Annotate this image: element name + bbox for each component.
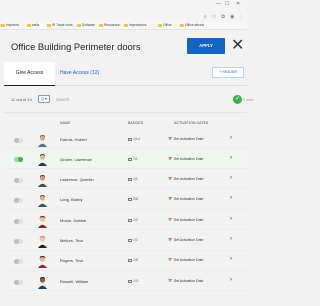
chevron-right-icon[interactable]: ›: [230, 155, 232, 161]
badge-count: 1/8: [128, 258, 138, 262]
bookmark-item[interactable]: wells: [27, 23, 39, 27]
search-mode-dropdown[interactable]: Q ▾: [38, 95, 50, 103]
chevron-right-icon[interactable]: ›: [230, 277, 232, 283]
person-name: Dubois, Hubert: [60, 137, 87, 142]
chevron-right-icon[interactable]: ›: [230, 175, 232, 181]
profile-icon[interactable]: ◉: [230, 14, 234, 20]
extensions-icon[interactable]: ✿: [221, 14, 225, 20]
avatar: [38, 135, 47, 147]
apply-button[interactable]: APPLY: [187, 38, 225, 54]
bookmark-item[interactable]: Office-ethaar: [180, 23, 204, 27]
avatar: [38, 215, 47, 228]
badge-count: 1/3: [128, 279, 138, 283]
result-count: 11 out of 14: [11, 97, 32, 102]
avatar: [38, 195, 47, 207]
person-name: Gruber, Lawrence: [60, 157, 92, 162]
avatar: [38, 277, 47, 289]
access-toggle[interactable]: [14, 259, 23, 264]
set-activation-date-link[interactable]: 📅 Set Activation Date: [168, 157, 203, 161]
badge-count: 1/1: [128, 238, 138, 242]
bookmark-item[interactable]: Office: [158, 23, 172, 27]
person-name: Russell, William: [60, 279, 89, 284]
badge-icon: [128, 137, 132, 141]
person-name: Long, Bobby: [60, 197, 83, 202]
check-circle-icon: ✓: [233, 95, 242, 104]
access-toggle[interactable]: [14, 138, 23, 143]
chevron-right-icon[interactable]: ›: [230, 195, 232, 201]
search-input[interactable]: Search: [56, 97, 69, 102]
calendar-icon: 📅: [168, 157, 173, 161]
set-activation-date-link[interactable]: 📅 Set Activation Date: [168, 238, 203, 242]
badge-icon: [128, 177, 132, 181]
person-name: Moore, Debbie: [60, 218, 87, 223]
maximize-icon[interactable]: ☐: [225, 1, 229, 7]
bookmark-item[interactable]: Impromptus: [124, 23, 146, 27]
search-icon[interactable]: ⌕: [204, 14, 207, 20]
badge-count: 1/1: [128, 157, 138, 161]
bookmark-item[interactable]: Resources: [99, 23, 120, 27]
person-name: Mellors, Tina: [60, 238, 83, 243]
minimize-icon[interactable]: —: [216, 1, 221, 7]
chevron-right-icon[interactable]: ›: [230, 256, 232, 262]
badge-count: 1/2: [128, 218, 138, 222]
badge-count: 1/1: [128, 177, 138, 181]
calendar-icon: 📅: [168, 197, 173, 201]
access-toggle[interactable]: [14, 239, 23, 244]
set-activation-date-link[interactable]: 📅 Set Activation Date: [168, 258, 203, 262]
browser-title-bar: [0, 0, 247, 13]
column-header-badges[interactable]: BADGES: [128, 121, 143, 125]
access-toggle[interactable]: [14, 280, 23, 285]
column-header-name[interactable]: NAME: [60, 121, 71, 125]
browser-menu-icon[interactable]: ⋮: [239, 14, 244, 20]
calendar-icon: 📅: [168, 258, 173, 262]
page-title: Office Building Perimeter doors: [11, 41, 141, 52]
avatar: [38, 235, 47, 248]
avatar: [38, 175, 47, 187]
calendar-icon: 📅: [168, 177, 173, 181]
calendar-icon: 📅: [168, 137, 173, 141]
access-toggle[interactable]: [14, 157, 23, 162]
star-icon[interactable]: ☆: [212, 14, 216, 20]
avatar: [38, 154, 47, 166]
tab-have-access[interactable]: Have Access (12): [60, 62, 99, 86]
tab-give-access[interactable]: Give Access: [4, 62, 55, 86]
add-reader-button[interactable]: + READER: [212, 67, 244, 78]
access-toggle[interactable]: [14, 219, 23, 224]
badge-icon: [128, 258, 132, 262]
chevron-right-icon[interactable]: ›: [230, 216, 232, 222]
set-activation-date-link[interactable]: 📅 Set Activation Date: [168, 197, 203, 201]
window-close-icon[interactable]: ✕: [236, 1, 240, 7]
close-icon[interactable]: ✕: [231, 36, 244, 56]
person-name: Lawrence, Quentin: [60, 177, 94, 182]
bookmark-item[interactable]: IR Trade tools: [47, 23, 73, 27]
badge-icon: [128, 238, 132, 242]
chevron-right-icon[interactable]: ›: [230, 236, 232, 242]
badge-icon: [128, 197, 132, 201]
access-toggle[interactable]: [14, 178, 23, 183]
set-activation-date-link[interactable]: 📅 Set Activation Date: [168, 137, 203, 141]
avatar: [38, 255, 47, 268]
selected-count: 0 sele: [243, 97, 254, 102]
calendar-icon: 📅: [168, 218, 173, 222]
bookmark-item[interactable]: Imported: [1, 23, 19, 27]
badge-icon: [128, 157, 132, 161]
person-name: Rogers, Tina: [60, 258, 83, 263]
column-header-activation[interactable]: ACTIVATION DATES: [174, 121, 208, 125]
tab-bar: Give Access Have Access (12): [4, 62, 247, 86]
badge-count: 3/8: [128, 197, 138, 201]
badge-count: 1/14: [128, 137, 140, 141]
set-activation-date-link[interactable]: 📅 Set Activation Date: [168, 177, 203, 181]
chevron-right-icon[interactable]: ›: [230, 135, 232, 141]
browser-toolbar: [0, 13, 247, 22]
badge-icon: [128, 279, 132, 283]
badge-icon: [128, 218, 132, 222]
access-toggle[interactable]: [14, 198, 23, 203]
calendar-icon: 📅: [168, 279, 173, 283]
calendar-icon: 📅: [168, 238, 173, 242]
bookmark-item[interactable]: Software: [77, 23, 95, 27]
set-activation-date-link[interactable]: 📅 Set Activation Date: [168, 279, 203, 283]
set-activation-date-link[interactable]: 📅 Set Activation Date: [168, 218, 203, 222]
